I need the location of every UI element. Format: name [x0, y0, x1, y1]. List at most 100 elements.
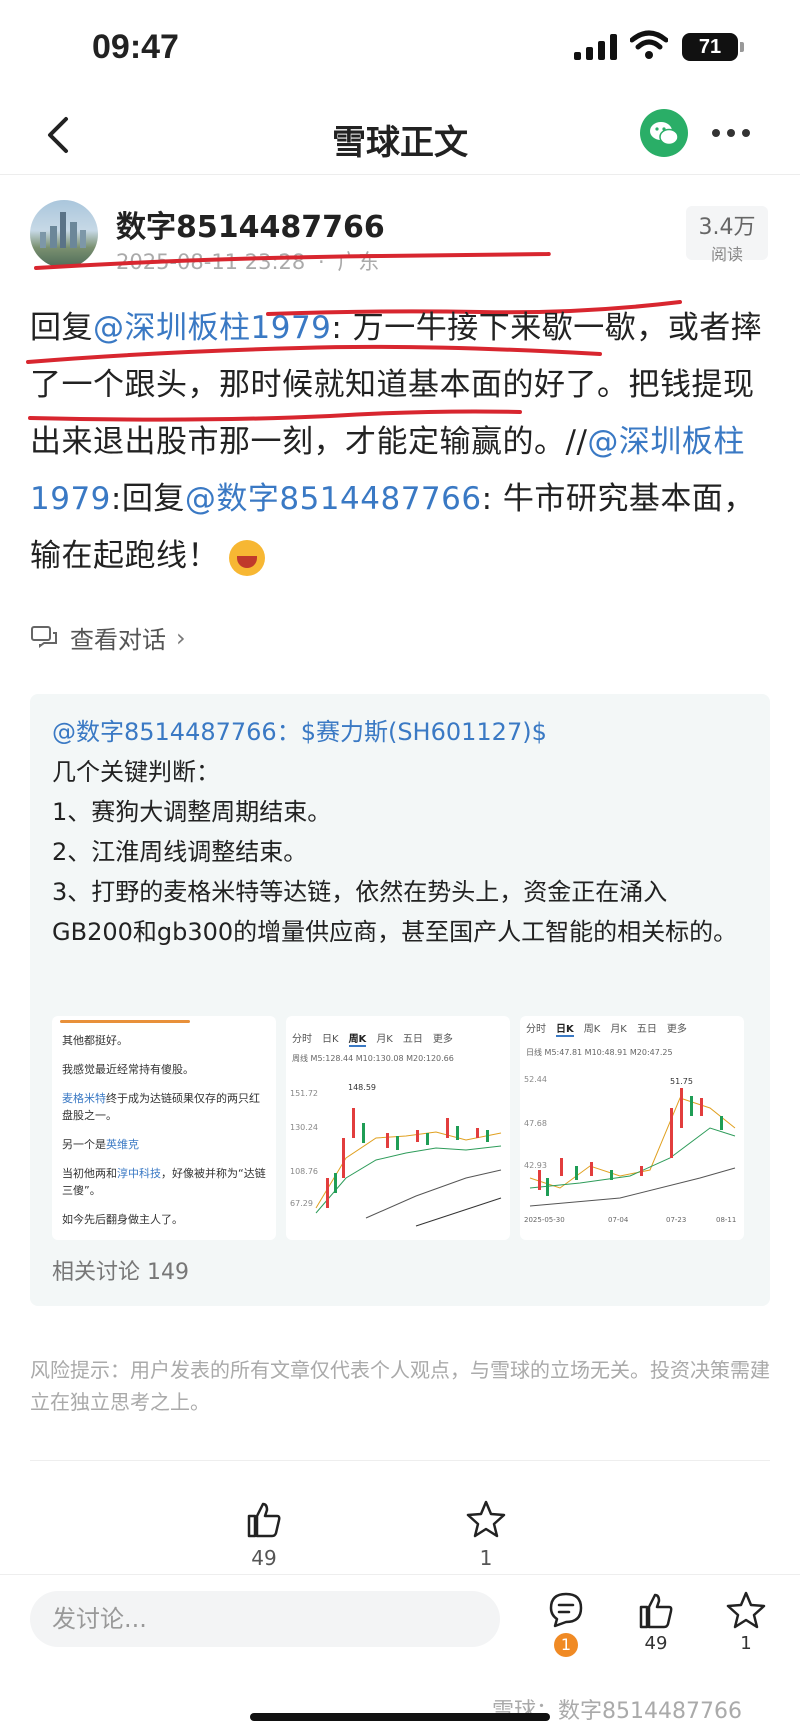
price-label: 67.29: [290, 1199, 313, 1208]
star-icon: [726, 1591, 766, 1629]
favorite-count: 1: [479, 1546, 493, 1570]
quote-line: 2、江淮周线调整结束。: [52, 838, 308, 866]
thumbnail-daily-chart[interactable]: 分时 日K 周K 月K 五日 更多 日线 M5:47.81 M10:48.91 …: [520, 1016, 744, 1240]
thumb-link: 英维克: [106, 1138, 139, 1151]
laughing-emoji-icon: [229, 539, 266, 576]
thumb-text-line: 当初他两和淳中科技，好像被并称为“达链三傻”。: [62, 1165, 266, 1199]
comment-badge: 1: [554, 1633, 578, 1657]
read-count: 3.4万: [698, 215, 756, 240]
chart-tab: 日K: [322, 1034, 339, 1045]
risk-notice: 风险提示：用户发表的所有文章仅代表个人观点，与雪球的立场无关。投资决策需建立在独…: [30, 1358, 770, 1414]
weekly-candle-chart: 151.72 130.24 108.76 67.29 148.59: [290, 1083, 502, 1227]
signal-icon: [574, 34, 617, 60]
related-discussions-link[interactable]: 相关讨论 149: [52, 1254, 189, 1286]
price-label: 47.68: [524, 1119, 547, 1128]
status-time: 09:47: [92, 28, 179, 66]
quoted-post[interactable]: @数字8514487766：$赛力斯(SH601127)$ 几个关键判断： 1、…: [30, 694, 770, 1306]
like-button[interactable]: 49: [224, 1498, 304, 1570]
like-count: 49: [644, 1633, 668, 1654]
thumb-link: 麦格米特: [62, 1092, 106, 1105]
divider: [30, 1460, 770, 1461]
thumb-link: 淳中科技: [117, 1167, 161, 1180]
quote-line: 3、打野的麦格米特等达链，依然在势头上，资金正在涌入GB200和gb300的增量…: [52, 878, 738, 946]
wechat-share-icon[interactable]: [640, 109, 688, 157]
chart-ma-legend: 周线 M5:128.44 M10:130.08 M20:120.66: [292, 1054, 454, 1063]
chart-tab: 分时: [526, 1024, 546, 1035]
quote-line: 几个关键判断：: [52, 758, 220, 786]
price-label: 130.24: [290, 1123, 318, 1132]
image-thumbnails: 其他都挺好。 我感觉最近经常持有傻股。 麦格米特终于成为达链硕果仅存的两只红盘股…: [52, 1016, 744, 1240]
peak-label: 51.75: [670, 1077, 693, 1086]
star-icon: [466, 1500, 506, 1538]
meta-separator: ·: [317, 250, 325, 274]
home-indicator: [250, 1713, 550, 1721]
chevron-right-icon: ›: [176, 623, 186, 652]
mention-link[interactable]: @深圳板柱1979: [93, 310, 331, 346]
more-icon[interactable]: [712, 129, 750, 137]
thumb-text-line: 其他都挺好。: [62, 1034, 128, 1047]
chart-tab: 月K: [610, 1024, 627, 1035]
thumb-text-line: 麦格米特终于成为达链硕果仅存的两只红盘股之一。: [62, 1090, 266, 1124]
chart-tabs: 分时 日K 周K 月K 五日 更多: [286, 1016, 510, 1047]
view-conversation-label: 查看对话: [70, 626, 166, 654]
mention-link[interactable]: @数字8514487766: [185, 481, 482, 517]
date-label: 07-23: [666, 1216, 686, 1224]
wifi-icon: [630, 30, 668, 59]
thumb-text-line: 另一个是英维克: [62, 1136, 266, 1153]
quote-line: 1、赛狗大调整周期结束。: [52, 798, 332, 826]
chart-tab: 更多: [432, 1034, 453, 1045]
thumb-text: 当初他两和: [62, 1167, 117, 1180]
bottom-bar: 发讨论... 1 49 1 雪球：数字8514487766: [0, 1574, 800, 1731]
read-count-badge: 3.4万 阅读: [686, 206, 768, 264]
favorite-button[interactable]: 1: [716, 1589, 776, 1654]
post-text-3: :回复: [110, 481, 185, 517]
avatar[interactable]: [30, 200, 98, 268]
conversation-icon: [31, 625, 57, 648]
post-text-1: 回复: [30, 310, 93, 346]
battery-icon: 71: [682, 33, 744, 61]
nav-bar: 雪球正文: [0, 95, 800, 175]
thumb-text-line: 如今先后翻身做主人了。: [62, 1213, 183, 1226]
comment-icon: [549, 1592, 583, 1628]
favorite-count: 1: [740, 1633, 752, 1654]
chart-tab: 五日: [402, 1034, 423, 1045]
date-label: 07-04: [608, 1216, 629, 1224]
read-label: 阅读: [710, 245, 743, 264]
peak-label: 148.59: [348, 1083, 376, 1092]
like-button[interactable]: 49: [626, 1589, 686, 1654]
post-meta: 2025-08-11 23:28 · 广东: [116, 246, 379, 276]
chart-tab: 分时: [292, 1034, 312, 1045]
author-name[interactable]: 数字8514487766: [116, 202, 385, 246]
status-bar: 09:47 71: [0, 0, 800, 95]
price-label: 108.76: [290, 1167, 318, 1176]
chart-tab: 日K: [556, 1020, 574, 1037]
date-label: 08-11: [716, 1216, 736, 1224]
date-label: 2025-05-30: [524, 1216, 565, 1224]
thumb-text-line: 我感觉最近经常持有傻股。: [62, 1063, 194, 1076]
price-label: 151.72: [290, 1089, 318, 1098]
chart-tabs: 分时 日K 周K 月K 五日 更多: [520, 1016, 744, 1037]
chart-ma-legend: 日线 M5:47.81 M10:48.91 M20:47.25: [526, 1048, 673, 1057]
price-label: 42.93: [524, 1161, 547, 1170]
post-location: 广东: [337, 250, 380, 274]
post-body: 回复@深圳板柱1979: 万一牛接下来歇一歇，或者摔了一个跟头，那时候就知道基本…: [30, 300, 770, 585]
chart-tab: 五日: [636, 1024, 657, 1035]
chart-tab: 月K: [376, 1034, 393, 1045]
thumbs-up-icon: [639, 1593, 673, 1629]
favorite-button[interactable]: 1: [446, 1498, 526, 1570]
thumbnail-weekly-chart[interactable]: 分时 日K 周K 月K 五日 更多 周线 M5:128.44 M10:130.0…: [286, 1016, 510, 1240]
comment-input[interactable]: 发讨论...: [30, 1591, 500, 1647]
post-datetime: 2025-08-11 23:28: [116, 250, 306, 274]
like-count: 49: [251, 1546, 277, 1570]
thumbnail-text-screenshot[interactable]: 其他都挺好。 我感觉最近经常持有傻股。 麦格米特终于成为达链硕果仅存的两只红盘股…: [52, 1016, 276, 1240]
author-header: 数字8514487766 2025-08-11 23:28 · 广东 3.4万 …: [30, 200, 770, 280]
orange-underline: [60, 1020, 190, 1023]
comment-button[interactable]: 1: [536, 1589, 596, 1657]
view-conversation-link[interactable]: 查看对话 ›: [30, 620, 186, 655]
chart-tab: 周K: [348, 1030, 367, 1047]
price-label: 52.44: [524, 1075, 547, 1084]
thumb-text: 另一个是: [62, 1138, 106, 1151]
thumbs-up-icon: [247, 1502, 281, 1538]
chart-tab: 周K: [583, 1024, 601, 1035]
quote-header[interactable]: @数字8514487766：$赛力斯(SH601127)$: [52, 712, 748, 752]
